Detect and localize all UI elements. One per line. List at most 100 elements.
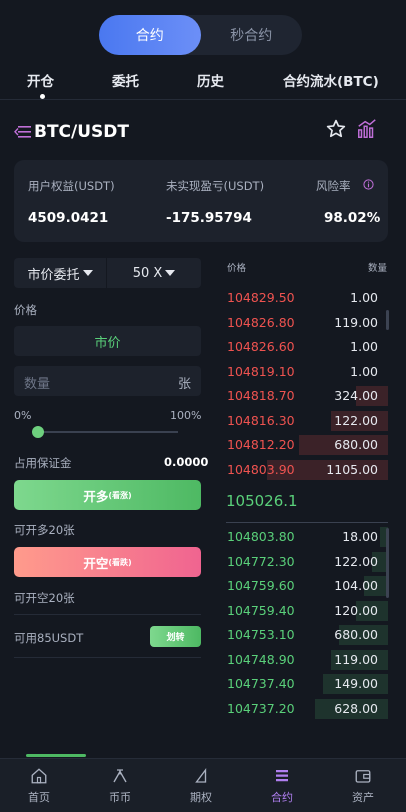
nav-option-label: 期权: [190, 791, 212, 804]
ask-row[interactable]: 104818.70 324.00: [226, 386, 388, 406]
bids-scrollbar[interactable]: [386, 528, 389, 598]
pnl-value: -175.95794: [166, 210, 252, 226]
open-long-button[interactable]: 开多 (看涨): [14, 480, 201, 510]
transfer-button[interactable]: 划转: [150, 626, 201, 647]
orderbook-qty-header: 数量: [368, 263, 388, 274]
segment-contract[interactable]: 合约: [99, 15, 201, 55]
bid-quantity: 628.00: [334, 700, 378, 716]
last-price: 105026.1: [226, 492, 298, 510]
ask-price: 104819.10: [227, 363, 295, 379]
bid-quantity: 149.00: [334, 676, 378, 691]
contract-type-switch: 合约 秒合约: [99, 15, 302, 55]
option-icon: [195, 767, 207, 783]
wallet-icon: [355, 770, 371, 783]
contract-icon: [276, 770, 288, 782]
open-long-label: 开多: [83, 488, 109, 504]
ask-quantity: 1.00: [350, 339, 378, 354]
ask-quantity: 122.00: [334, 412, 378, 428]
leverage-select[interactable]: 50 X: [107, 258, 201, 288]
bid-price: 104759.60: [227, 578, 295, 593]
ask-quantity: 324.00: [334, 388, 378, 403]
scroll-hint: [26, 754, 86, 757]
coin-icon: [113, 769, 127, 783]
ask-row[interactable]: 104829.50 1.00: [226, 288, 388, 308]
ask-quantity: 119.00: [334, 314, 378, 330]
pnl-label: 未实现盈亏(USDT): [166, 179, 265, 193]
bid-row[interactable]: 104772.30 122.00: [226, 551, 388, 572]
open-short-label: 开空: [83, 555, 109, 571]
short-capacity: 可开空20张: [14, 591, 75, 605]
bid-row[interactable]: 104737.40 149.00: [226, 674, 388, 694]
chevron-down-icon: [82, 270, 93, 276]
menu-icon: [14, 126, 31, 138]
bid-row[interactable]: 104753.10 680.00: [226, 625, 388, 645]
risk-value: 98.02%: [324, 210, 381, 226]
ask-row[interactable]: 104826.60 1.00: [226, 337, 388, 357]
ask-price: 104826.60: [227, 339, 295, 354]
ask-quantity: 1105.00: [326, 461, 378, 477]
tab-contract-flow[interactable]: 合约流水(BTC): [283, 70, 379, 90]
long-capacity: 可开多20张: [14, 523, 75, 537]
margin-value: 0.0000: [164, 455, 209, 469]
order-type-value: 市价委托: [27, 267, 80, 283]
quantity-slider-track[interactable]: [38, 431, 178, 433]
bid-quantity: 122.00: [334, 553, 378, 569]
bid-price: 104759.40: [227, 602, 295, 618]
available-balance: 可用85USDT: [14, 631, 84, 645]
pair-selector[interactable]: BTC/USDT: [14, 117, 129, 147]
bid-price: 104737.40: [227, 676, 295, 691]
margin-label: 占用保证金: [14, 456, 72, 470]
equity-value: 4509.0421: [28, 210, 109, 226]
quantity-unit: 张: [177, 377, 191, 392]
bottom-nav: 首页 币币 期权 合约 资产: [0, 758, 406, 812]
tab-bar: 开仓 委托 历史 合约流水(BTC): [0, 66, 406, 100]
price-market-field[interactable]: 市价: [14, 326, 201, 356]
chart-icon[interactable]: [356, 118, 378, 140]
tab-orders[interactable]: 委托: [112, 70, 139, 90]
asks-scrollbar[interactable]: [386, 310, 389, 330]
slider-max-label: 100%: [170, 409, 202, 422]
nav-assets[interactable]: 资产: [333, 767, 393, 805]
pair-title: BTC/USDT: [34, 122, 129, 142]
order-type-select[interactable]: 市价委托: [14, 258, 107, 288]
equity-label: 用户权益(USDT): [28, 179, 115, 193]
ask-price: 104829.50: [227, 290, 295, 305]
nav-option[interactable]: 期权: [171, 767, 231, 805]
bid-row[interactable]: 104759.40 120.00: [226, 600, 388, 621]
ask-price: 104816.30: [227, 412, 295, 428]
segment-second-contract[interactable]: 秒合约: [201, 15, 303, 55]
nav-assets-label: 资产: [352, 791, 374, 804]
bid-price: 104737.20: [227, 700, 295, 716]
bid-row[interactable]: 104737.20 628.00: [226, 698, 388, 719]
nav-contract[interactable]: 合约: [252, 767, 312, 805]
tab-history[interactable]: 历史: [197, 70, 224, 90]
bid-row[interactable]: 104748.90 119.00: [226, 649, 388, 670]
nav-coin[interactable]: 币币: [90, 767, 150, 805]
ask-price: 104812.20: [227, 437, 295, 452]
favorite-star-icon[interactable]: [325, 118, 347, 140]
nav-contract-label: 合约: [271, 791, 293, 804]
ask-row[interactable]: 104826.80 119.00: [226, 313, 388, 333]
active-tab-indicator: [40, 94, 45, 99]
bid-price: 104803.80: [227, 529, 295, 544]
quantity-input[interactable]: 数量 张: [14, 366, 201, 396]
open-short-button[interactable]: 开空 (看跌): [14, 547, 201, 577]
ask-row[interactable]: 104819.10 1.00: [226, 362, 388, 382]
info-icon[interactable]: [363, 179, 374, 190]
bid-price: 104753.10: [227, 627, 295, 642]
ask-row[interactable]: 104816.30 122.00: [226, 410, 388, 431]
bid-row[interactable]: 104759.60 104.00: [226, 576, 388, 596]
nav-home[interactable]: 首页: [9, 767, 69, 805]
bid-quantity: 120.00: [334, 602, 378, 618]
quantity-slider-handle[interactable]: [32, 426, 44, 438]
open-short-sublabel: (看跌): [108, 557, 132, 567]
ask-row[interactable]: 104812.20 680.00: [226, 435, 388, 455]
bid-row[interactable]: 104803.80 18.00: [226, 527, 388, 547]
ask-price: 104803.90: [227, 461, 295, 477]
nav-coin-label: 币币: [109, 791, 131, 804]
tab-open[interactable]: 开仓: [27, 70, 54, 90]
ask-row[interactable]: 104803.90 1105.00: [226, 459, 388, 480]
bid-quantity: 18.00: [342, 529, 378, 544]
open-long-sublabel: (看涨): [108, 490, 132, 500]
orderbook-divider: [226, 522, 388, 523]
